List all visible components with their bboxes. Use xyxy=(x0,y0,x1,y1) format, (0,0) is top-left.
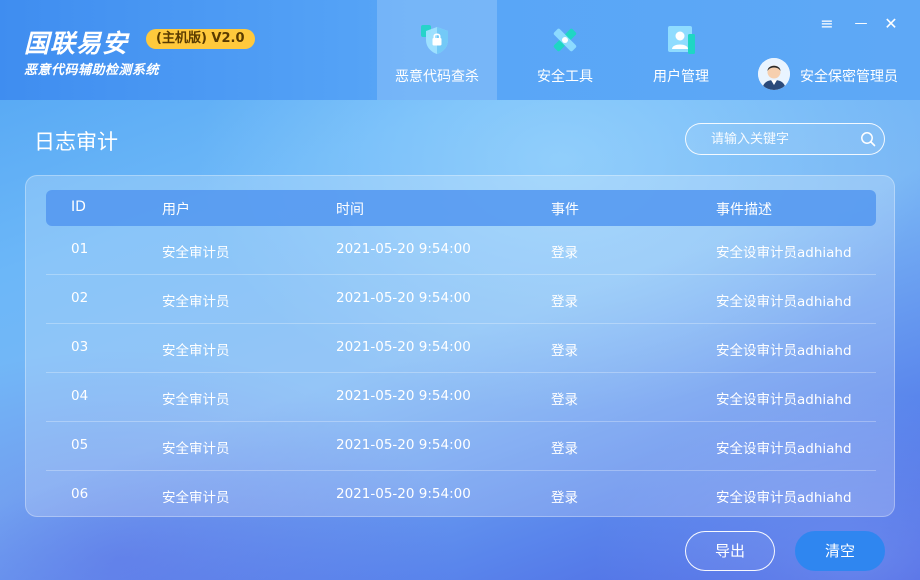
cell-description: 安全设审计员adhiahd xyxy=(716,490,852,506)
cell-description: 安全设审计员adhiahd xyxy=(716,392,852,408)
table-row[interactable]: 01 安全审计员 2021-05-20 9:54:00 登录 安全设审计员adh… xyxy=(46,226,876,275)
cell-description: 安全设审计员adhiahd xyxy=(716,343,852,359)
cell-description: 安全设审计员adhiahd xyxy=(716,441,852,457)
cell-user: 安全审计员 xyxy=(162,441,230,457)
cell-event: 登录 xyxy=(551,441,578,457)
cell-id: 03 xyxy=(71,339,89,355)
cell-id: 04 xyxy=(71,388,89,404)
table-row[interactable]: 02 安全审计员 2021-05-20 9:54:00 登录 安全设审计员adh… xyxy=(46,275,876,324)
search-input[interactable] xyxy=(686,124,856,154)
cell-event: 登录 xyxy=(551,294,578,310)
tab-label: 用户管理 xyxy=(653,69,709,85)
table-row[interactable]: 05 安全审计员 2021-05-20 9:54:00 登录 安全设审计员adh… xyxy=(46,422,876,471)
search-box xyxy=(685,123,885,155)
column-header-description[interactable]: 事件描述 xyxy=(716,199,772,219)
column-header-time[interactable]: 时间 xyxy=(336,199,364,219)
tab-user-management[interactable]: 用户管理 xyxy=(621,0,741,100)
cell-event: 登录 xyxy=(551,490,578,506)
shield-lock-icon xyxy=(421,25,448,54)
app-subtitle: 恶意代码辅助检测系统 xyxy=(24,63,160,78)
table-row[interactable]: 06 安全审计员 2021-05-20 9:54:00 登录 安全设审计员adh… xyxy=(46,471,876,520)
menu-icon[interactable]: ≡ xyxy=(817,14,837,34)
clear-button[interactable]: 清空 xyxy=(795,531,885,571)
cell-event: 登录 xyxy=(551,343,578,359)
cell-user: 安全审计员 xyxy=(162,294,230,310)
minimize-icon[interactable]: — xyxy=(851,14,871,34)
cell-time: 2021-05-20 9:54:00 xyxy=(336,437,471,453)
cell-id: 02 xyxy=(71,290,89,306)
table-header: ID 用户 时间 事件 事件描述 xyxy=(46,190,876,226)
log-table: ID 用户 时间 事件 事件描述 01 安全审计员 2021-05-20 9:5… xyxy=(25,175,895,517)
cell-time: 2021-05-20 9:54:00 xyxy=(336,339,471,355)
cell-time: 2021-05-20 9:54:00 xyxy=(336,486,471,502)
tools-icon xyxy=(553,28,577,52)
app-title: 国联易安 xyxy=(24,29,129,58)
cell-event: 登录 xyxy=(551,245,578,261)
cell-id: 01 xyxy=(71,241,89,257)
avatar-icon xyxy=(758,58,790,90)
tab-label: 安全工具 xyxy=(537,69,593,85)
table-row[interactable]: 04 安全审计员 2021-05-20 9:54:00 登录 安全设审计员adh… xyxy=(46,373,876,422)
avatar xyxy=(758,58,790,90)
cell-time: 2021-05-20 9:54:00 xyxy=(336,388,471,404)
search-icon[interactable] xyxy=(860,131,876,147)
cell-user: 安全审计员 xyxy=(162,245,230,261)
cell-id: 06 xyxy=(71,486,89,502)
page-title: 日志审计 xyxy=(34,130,118,154)
cell-time: 2021-05-20 9:54:00 xyxy=(336,290,471,306)
cell-user: 安全审计员 xyxy=(162,343,230,359)
cell-description: 安全设审计员adhiahd xyxy=(716,294,852,310)
cell-user: 安全审计员 xyxy=(162,392,230,408)
tab-label: 恶意代码查杀 xyxy=(395,69,479,85)
tab-malware-scan[interactable]: 恶意代码查杀 xyxy=(377,0,497,100)
user-name: 安全保密管理员 xyxy=(800,69,898,85)
cell-user: 安全审计员 xyxy=(162,490,230,506)
tab-security-tools[interactable]: 安全工具 xyxy=(505,0,625,100)
user-card-icon xyxy=(668,26,695,54)
cell-id: 05 xyxy=(71,437,89,453)
column-header-user[interactable]: 用户 xyxy=(162,199,190,219)
column-header-event[interactable]: 事件 xyxy=(551,199,579,219)
table-row[interactable]: 03 安全审计员 2021-05-20 9:54:00 登录 安全设审计员adh… xyxy=(46,324,876,373)
column-header-id[interactable]: ID xyxy=(71,199,86,215)
close-icon[interactable]: ✕ xyxy=(881,14,901,34)
cell-time: 2021-05-20 9:54:00 xyxy=(336,241,471,257)
cell-description: 安全设审计员adhiahd xyxy=(716,245,852,261)
app-header: 国联易安 (主机版) V2.0 恶意代码辅助检测系统 恶意代码查杀 安全工具 用… xyxy=(0,0,920,100)
edition-badge: (主机版) V2.0 xyxy=(146,29,255,49)
export-button[interactable]: 导出 xyxy=(685,531,775,571)
cell-event: 登录 xyxy=(551,392,578,408)
